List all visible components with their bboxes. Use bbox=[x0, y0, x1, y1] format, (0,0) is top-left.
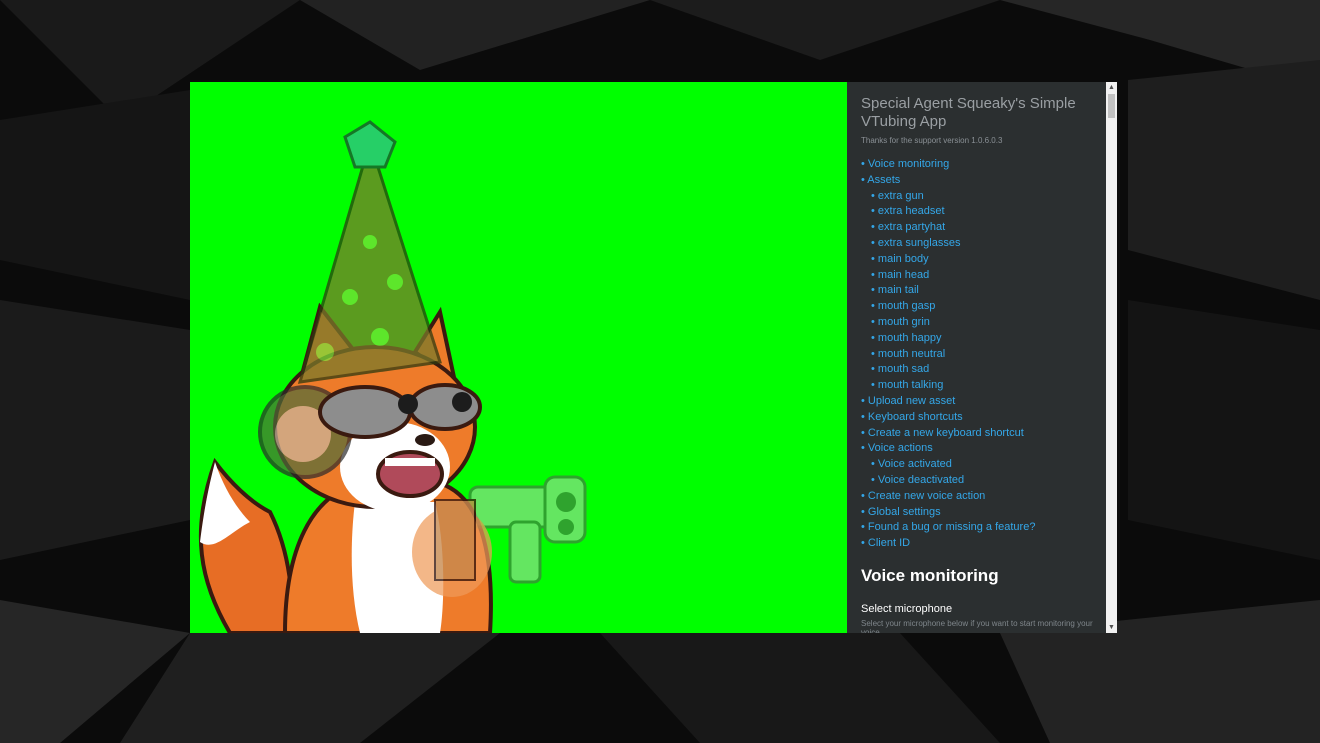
nav-link-global-settings[interactable]: • Global settings bbox=[861, 505, 1117, 521]
nav-link-upload-new-asset[interactable]: • Upload new asset bbox=[861, 394, 1117, 410]
nav-link-extra-gun[interactable]: • extra gun bbox=[861, 189, 1117, 205]
table-of-contents: • Voice monitoring • Assets • extra gun • e… bbox=[861, 157, 1117, 552]
nav-link-mouth-grin[interactable]: • mouth grin bbox=[861, 315, 1117, 331]
nav-link-keyboard-shortcuts[interactable]: • Keyboard shortcuts bbox=[861, 410, 1117, 426]
nav-link-voice-monitoring[interactable]: • Voice monitoring bbox=[861, 157, 1117, 173]
triangle-up-icon[interactable]: ▲ bbox=[1106, 82, 1117, 93]
scrollbar-thumb[interactable] bbox=[1108, 94, 1115, 118]
avatar-illustration bbox=[198, 120, 587, 633]
nav-link-found-a-bug-or-missing-a-feature[interactable]: • Found a bug or missing a feature? bbox=[861, 520, 1117, 536]
settings-panel[interactable]: Special Agent Squeaky's Simple VTubing A… bbox=[847, 82, 1117, 633]
nav-link-create-new-voice-action[interactable]: • Create new voice action bbox=[861, 489, 1117, 505]
nav-link-client-id[interactable]: • Client ID bbox=[861, 536, 1117, 552]
nav-link-mouth-sad[interactable]: • mouth sad bbox=[861, 362, 1117, 378]
version-subtitle: Thanks for the support version 1.0.6.0.3 bbox=[861, 136, 1003, 145]
nav-link-mouth-happy[interactable]: • mouth happy bbox=[861, 331, 1117, 347]
nav-link-extra-partyhat[interactable]: • extra partyhat bbox=[861, 220, 1117, 236]
nav-link-mouth-talking[interactable]: • mouth talking bbox=[861, 378, 1117, 394]
nav-link-voice-deactivated[interactable]: • Voice deactivated bbox=[861, 473, 1117, 489]
app-window: Special Agent Squeaky's Simple VTubing A… bbox=[190, 82, 1128, 633]
select-microphone-help: Select your microphone below if you want… bbox=[861, 618, 1093, 633]
select-microphone-label: Select microphone bbox=[861, 602, 953, 615]
nav-link-extra-headset[interactable]: • extra headset bbox=[861, 204, 1117, 220]
extra-partyhat-layer bbox=[297, 120, 442, 384]
nav-link-main-tail[interactable]: • main tail bbox=[861, 283, 1117, 299]
triangle-down-icon[interactable]: ▼ bbox=[1106, 622, 1117, 633]
nav-link-main-body[interactable]: • main body bbox=[861, 252, 1117, 268]
nav-link-assets[interactable]: • Assets bbox=[861, 173, 1117, 189]
section-title-voice-monitoring: Voice monitoring bbox=[861, 565, 999, 585]
mouth-talking-layer bbox=[376, 450, 444, 498]
nav-link-mouth-gasp[interactable]: • mouth gasp bbox=[861, 299, 1117, 315]
nav-link-extra-sunglasses[interactable]: • extra sunglasses bbox=[861, 236, 1117, 252]
main-tail-layer bbox=[198, 457, 294, 633]
panel-scrollbar[interactable]: ▲ ▼ bbox=[1106, 82, 1117, 633]
app-title: Special Agent Squeaky's Simple VTubing A… bbox=[861, 95, 1076, 130]
nav-link-voice-activated[interactable]: • Voice activated bbox=[861, 457, 1117, 473]
nav-link-create-a-new-keyboard-shortcut[interactable]: • Create a new keyboard shortcut bbox=[861, 426, 1117, 442]
nav-link-main-head[interactable]: • main head bbox=[861, 268, 1117, 284]
nav-link-mouth-neutral[interactable]: • mouth neutral bbox=[861, 347, 1117, 363]
nav-link-voice-actions[interactable]: • Voice actions bbox=[861, 441, 1117, 457]
avatar-stage bbox=[190, 82, 847, 633]
